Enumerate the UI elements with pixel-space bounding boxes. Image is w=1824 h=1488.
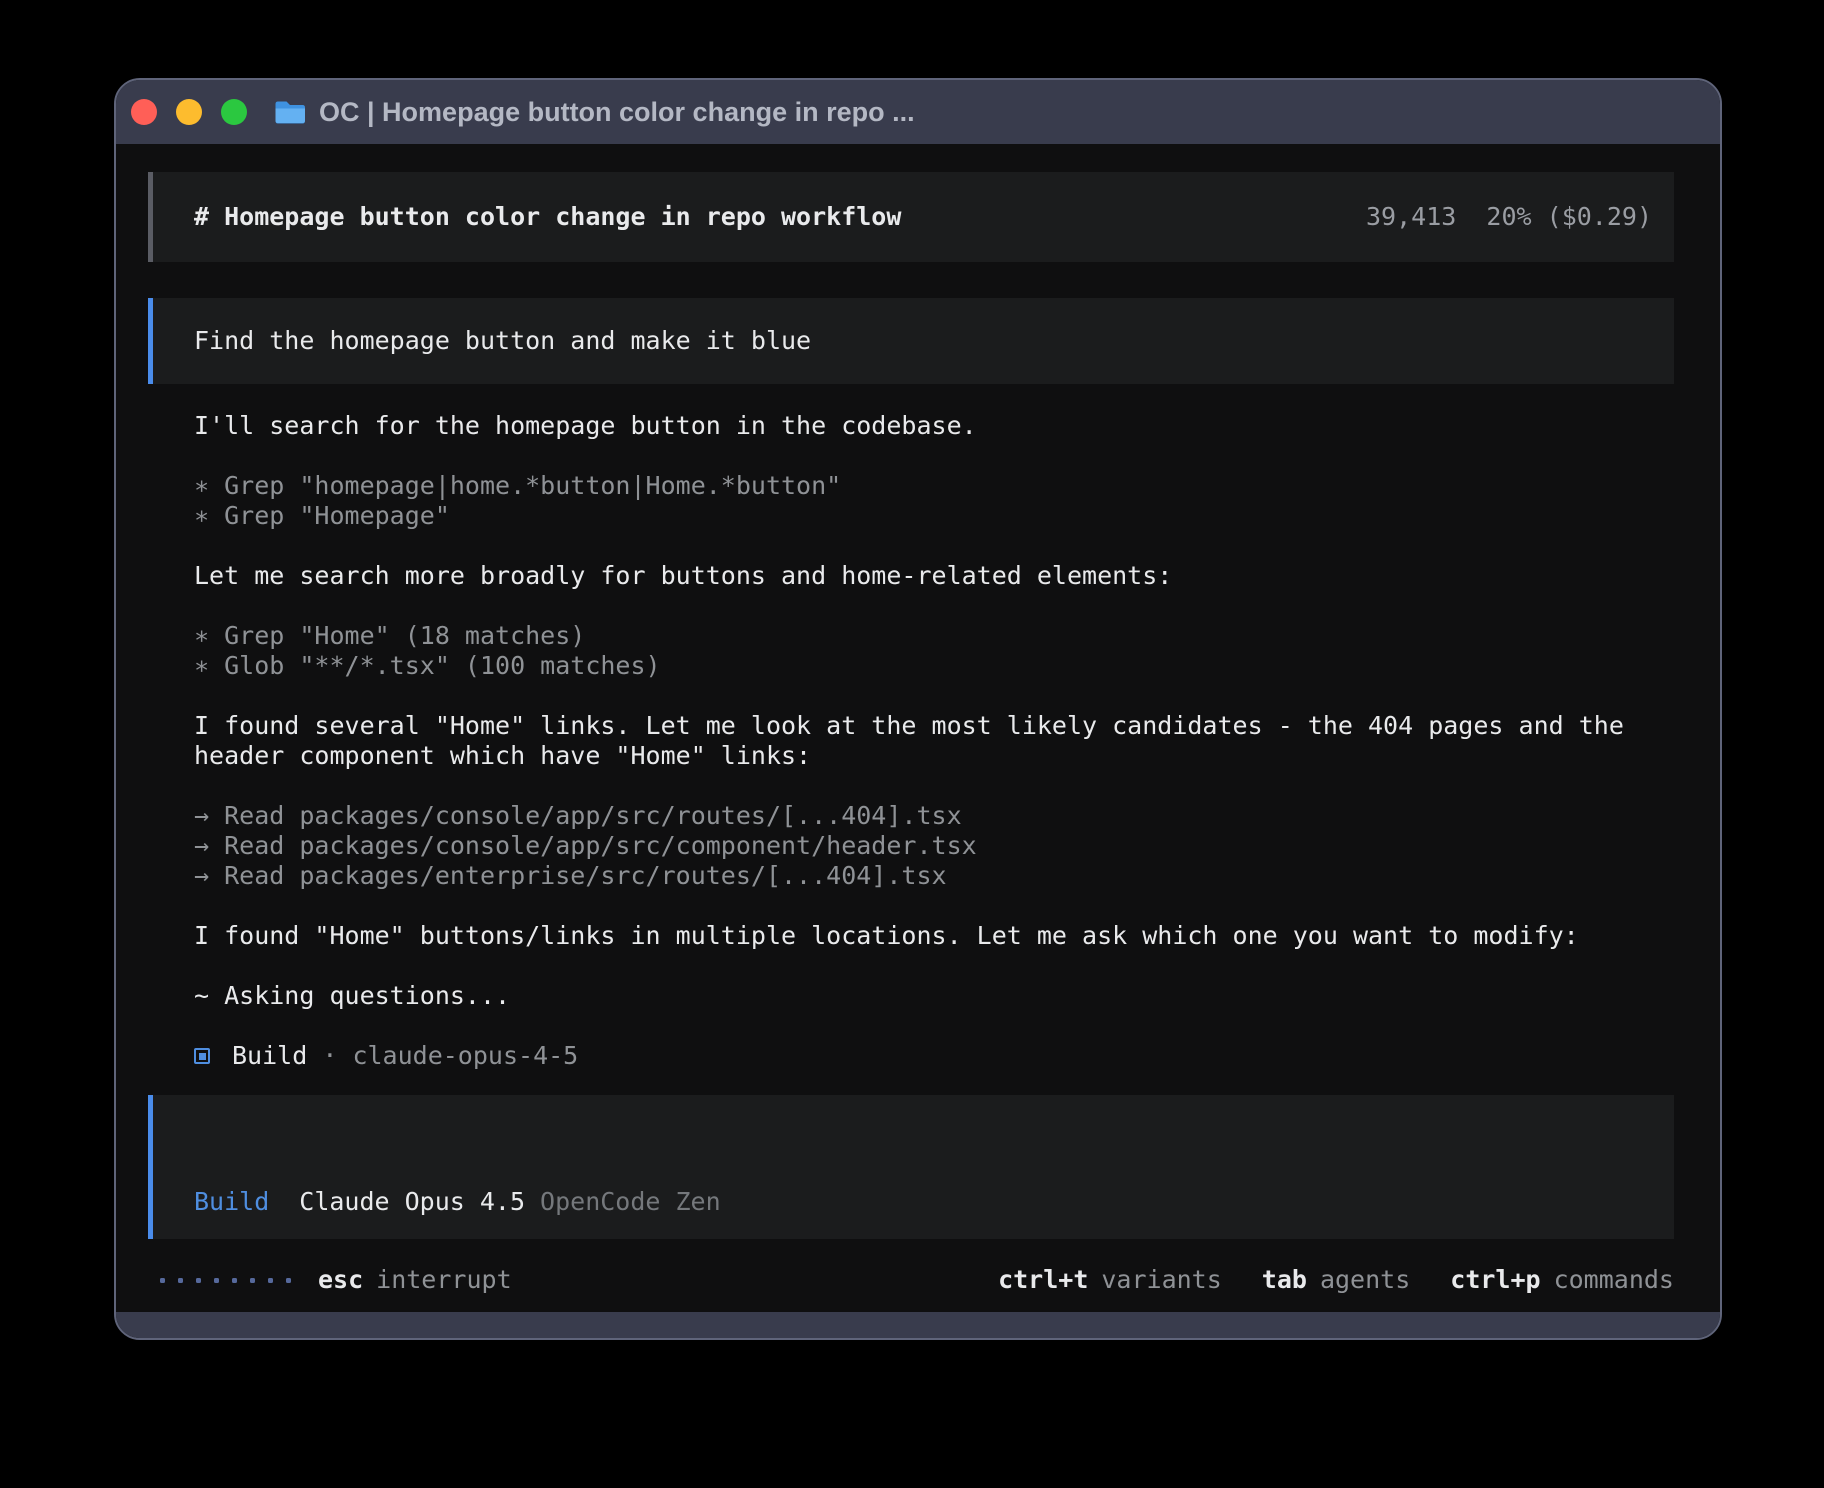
chat-line: I'll search for the homepage button in t… <box>194 411 1674 441</box>
assistant-output: I'll search for the homepage button in t… <box>148 411 1674 1011</box>
prompt-provider: OpenCode Zen <box>540 1187 721 1217</box>
session-stats: 39,413 20% ($0.29) <box>1366 202 1652 232</box>
titlebar[interactable]: OC | Homepage button color change in rep… <box>116 80 1720 144</box>
key-ctrl-t: ctrl+t <box>998 1265 1088 1295</box>
spinner-dot <box>232 1278 237 1283</box>
shortcut-agents: tab agents <box>1262 1265 1410 1295</box>
terminal-content: # Homepage button color change in repo w… <box>116 144 1720 1312</box>
key-tab: tab <box>1262 1265 1307 1295</box>
spinner-dot <box>214 1278 219 1283</box>
close-button[interactable] <box>131 99 157 125</box>
chat-line: ~ Asking questions... <box>194 981 1674 1011</box>
chat-line: → Read packages/enterprise/src/routes/[.… <box>194 861 1674 891</box>
session-header: # Homepage button color change in repo w… <box>148 172 1674 262</box>
key-ctrl-p: ctrl+p <box>1450 1265 1540 1295</box>
terminal-window: OC | Homepage button color change in rep… <box>114 78 1722 1340</box>
shortcut-variants: ctrl+t variants <box>998 1265 1222 1295</box>
chat-line: ∗ Grep "homepage|home.*button|Home.*butt… <box>194 471 1674 501</box>
user-message-text: Find the homepage button and make it blu… <box>194 326 811 356</box>
spinner-dot <box>160 1278 165 1283</box>
chat-line: I found "Home" buttons/links in multiple… <box>194 921 1674 951</box>
minimize-button[interactable] <box>176 99 202 125</box>
chat-line: header component which have "Home" links… <box>194 741 1674 771</box>
chat-line: ∗ Glob "**/*.tsx" (100 matches) <box>194 651 1674 681</box>
shortcut-commands: ctrl+p commands <box>1450 1265 1674 1295</box>
window-bottom-chrome <box>116 1312 1720 1338</box>
shortcut-hints: ctrl+t variants tab agents ctrl+p comman… <box>998 1265 1674 1295</box>
statusbar: esc interrupt ctrl+t variants tab agents… <box>148 1264 1674 1312</box>
progress-dots <box>160 1278 291 1283</box>
spinner-dot <box>250 1278 255 1283</box>
spinner-dot <box>178 1278 183 1283</box>
window-title: OC | Homepage button color change in rep… <box>319 97 915 128</box>
spinner-dot <box>196 1278 201 1283</box>
chat-line: I found several "Home" links. Let me loo… <box>194 711 1674 741</box>
session-title: # Homepage button color change in repo w… <box>194 202 901 232</box>
chat-line: → Read packages/console/app/src/componen… <box>194 831 1674 861</box>
titlebar-title-group: OC | Homepage button color change in rep… <box>274 97 915 128</box>
spinner-dot <box>268 1278 273 1283</box>
prompt-agent[interactable]: Build <box>194 1187 269 1217</box>
key-esc: esc <box>318 1265 363 1295</box>
folder-icon <box>274 100 305 125</box>
prompt-model[interactable]: Claude Opus 4.5 <box>299 1187 525 1217</box>
chat-line: Let me search more broadly for buttons a… <box>194 561 1674 591</box>
context-percent: 20% <box>1486 202 1531 231</box>
prompt-input[interactable]: Build Claude Opus 4.5 OpenCode Zen <box>148 1095 1674 1239</box>
chat-line: ∗ Grep "Home" (18 matches) <box>194 621 1674 651</box>
token-count: 39,413 <box>1366 202 1456 231</box>
session-cost: ($0.29) <box>1547 202 1652 231</box>
shortcut-interrupt: esc interrupt <box>318 1265 512 1295</box>
prompt-status-line: Build Claude Opus 4.5 OpenCode Zen <box>194 1187 721 1217</box>
agent-status-line: Build · claude-opus-4-5 <box>148 1039 1674 1073</box>
agent-name: Build <box>232 1041 307 1071</box>
agent-build-icon <box>194 1048 210 1064</box>
agent-separator: · <box>307 1041 352 1071</box>
traffic-lights <box>131 99 247 125</box>
chat-line: ∗ Grep "Homepage" <box>194 501 1674 531</box>
user-message: Find the homepage button and make it blu… <box>148 298 1674 384</box>
spinner-dot <box>286 1278 291 1283</box>
agent-model: claude-opus-4-5 <box>352 1041 578 1071</box>
zoom-button[interactable] <box>221 99 247 125</box>
chat-line: → Read packages/console/app/src/routes/[… <box>194 801 1674 831</box>
